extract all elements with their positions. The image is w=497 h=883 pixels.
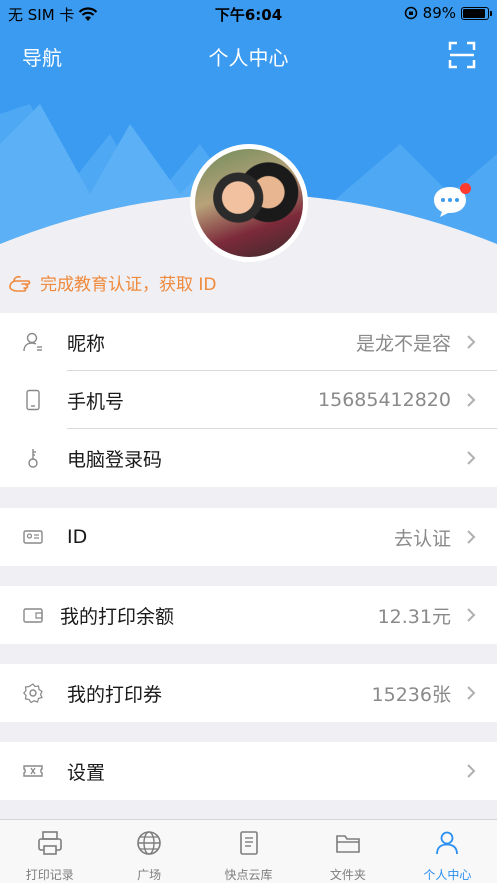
print-coupon-value: 15236张 (371, 683, 451, 706)
unread-badge (460, 183, 471, 194)
id-section: ID 去认证 (0, 508, 497, 566)
pc-login-code-label: 电脑登录码 (67, 448, 163, 471)
orientation-lock-icon (404, 6, 417, 20)
phone-row[interactable]: 手机号 15685412820 (0, 371, 497, 429)
balance-section: 我的打印余额 12.31元 (0, 586, 497, 644)
ticket-icon (23, 765, 43, 777)
tab-folder[interactable]: 文件夹 (298, 820, 397, 883)
tab-bar: 打印记录 广场 快点云库 文件夹 个人中心 (0, 819, 497, 883)
account-section: 昵称 是龙不是容 手机号 15685412820 电脑登录码 (0, 313, 497, 487)
battery-icon (461, 6, 492, 20)
tab-label: 打印记录 (25, 868, 74, 882)
chevron-right-icon (467, 451, 476, 465)
id-card-icon (23, 530, 43, 544)
globe-icon (137, 831, 161, 855)
person-icon (436, 831, 459, 855)
phone-value: 15685412820 (318, 389, 451, 411)
tab-label: 快点云库 (224, 868, 273, 882)
chevron-right-icon (467, 686, 476, 700)
document-icon (239, 831, 258, 855)
tab-print-history[interactable]: 打印记录 (0, 820, 99, 883)
education-verify-link[interactable]: 完成教育认证，获取 ID (8, 270, 217, 295)
chevron-right-icon (467, 393, 476, 407)
status-bar: 无 SIM 卡 下午6:04 89% (0, 0, 497, 28)
verify-text: 完成教育认证，获取 ID (40, 275, 217, 295)
message-button[interactable] (432, 183, 471, 218)
phone-icon (26, 389, 40, 411)
chevron-right-icon (467, 335, 476, 349)
chevron-right-icon (467, 530, 476, 544)
battery-percent: 89% (422, 4, 456, 22)
chevron-right-icon (467, 764, 476, 778)
hand-pointer-icon (9, 275, 31, 292)
nickname-row[interactable]: 昵称 是龙不是容 (0, 313, 497, 371)
tab-square[interactable]: 广场 (99, 820, 198, 883)
id-label: ID (67, 526, 88, 548)
tab-label: 广场 (137, 868, 162, 882)
page-title: 个人中心 (208, 46, 289, 70)
tab-label: 个人中心 (423, 868, 472, 882)
print-coupon-row[interactable]: 我的打印券 15236张 (0, 664, 497, 722)
settings-row[interactable]: 设置 (0, 742, 497, 800)
tab-personal-center[interactable]: 个人中心 (398, 820, 497, 883)
nav-guide-button[interactable]: 导航 (22, 42, 62, 71)
chevron-right-icon (467, 608, 476, 622)
print-balance-value: 12.31元 (377, 605, 451, 628)
avatar[interactable] (190, 144, 308, 262)
print-balance-label: 我的打印余额 (60, 605, 175, 628)
nav-bar: 导航 个人中心 (0, 28, 497, 84)
wallet-icon (23, 608, 43, 623)
tab-cloud-library[interactable]: 快点云库 (199, 820, 298, 883)
folder-icon (336, 835, 360, 853)
phone-label: 手机号 (67, 390, 125, 413)
key-icon (28, 449, 38, 468)
settings-section: 设置 (0, 742, 497, 800)
tab-label: 文件夹 (329, 868, 366, 882)
id-row[interactable]: ID 去认证 (0, 508, 497, 566)
settings-label: 设置 (67, 761, 106, 784)
gear-icon (23, 683, 43, 704)
scan-icon[interactable] (447, 40, 477, 70)
avatar-photo (195, 149, 303, 257)
print-balance-row[interactable]: 我的打印余额 12.31元 (0, 586, 497, 644)
print-coupon-label: 我的打印券 (67, 683, 163, 706)
user-icon (23, 332, 42, 352)
nickname-value: 是龙不是容 (355, 332, 451, 355)
id-value: 去认证 (393, 527, 451, 550)
printer-icon (37, 831, 62, 855)
coupon-section: 我的打印券 15236张 (0, 664, 497, 722)
nickname-label: 昵称 (67, 332, 106, 355)
pc-login-code-row[interactable]: 电脑登录码 (0, 429, 497, 487)
